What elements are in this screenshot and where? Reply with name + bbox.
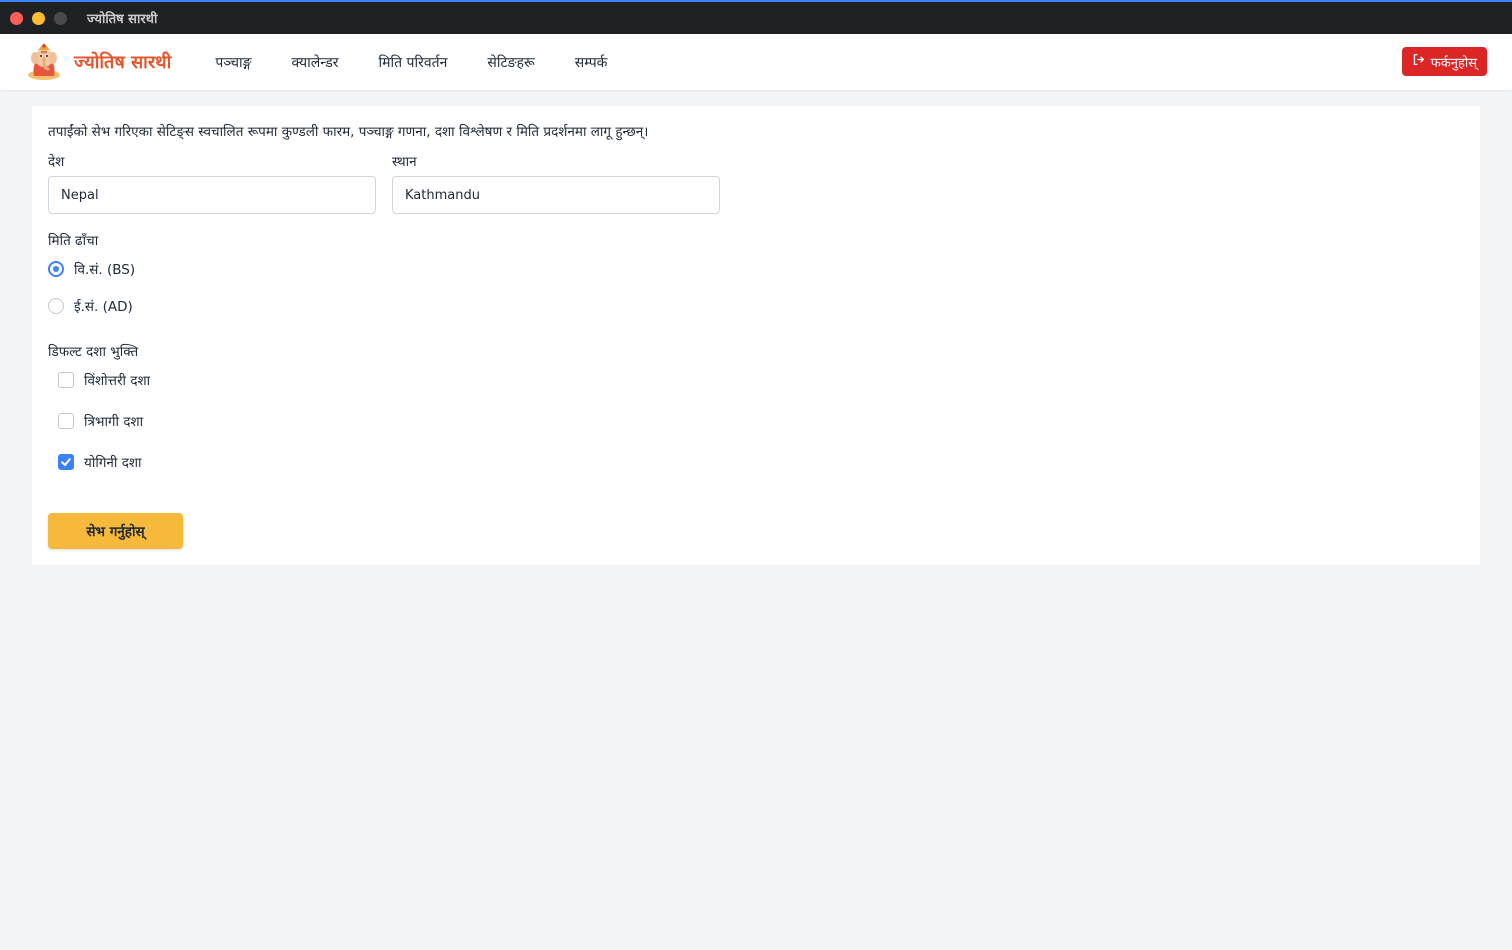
maximize-window-button[interactable] [54,11,67,25]
checkmark-icon [61,458,71,466]
date-format-bs-radio[interactable] [48,261,64,277]
dasha-label: डिफल्ट दशा भुक्ति [48,344,139,360]
nav-link-contact[interactable]: सम्पर्क [575,53,608,72]
close-window-button[interactable] [10,11,23,25]
date-format-bs-option[interactable]: वि.सं. (BS) [48,260,135,278]
nav-link-date-conversion[interactable]: मिति परिवर्तन [378,53,447,72]
location-input[interactable] [392,176,720,214]
nav-links: पञ्चाङ्ग क्यालेन्डर मिति परिवर्तन सेटिङह… [215,53,607,72]
date-format-label: मिति ढाँचा [48,233,99,249]
brand-name: ज्योतिष सारथी [74,52,172,73]
date-format-ad-radio[interactable] [48,298,64,314]
logout-button[interactable]: फर्कनुहोस् [1401,47,1487,76]
dasha-yogini-checkbox[interactable] [58,454,74,470]
window-titlebar: ज्योतिष सारथी [0,0,1512,34]
brand[interactable]: ज्योतिष सारथी [24,42,171,82]
nav-link-settings[interactable]: सेटिङहरू [487,53,534,72]
window-title: ज्योतिष सारथी [87,12,158,27]
location-label: स्थान [392,154,417,170]
dasha-yogini-option[interactable]: योगिनी दशा [58,453,142,471]
dasha-yogini-label: योगिनी दशा [84,455,142,471]
country-input[interactable] [48,176,376,214]
save-button[interactable]: सेभ गर्नुहोस् [48,513,183,549]
nav-link-panchang[interactable]: पञ्चाङ्ग [215,53,251,72]
dasha-vimshottari-option[interactable]: विंशोत्तरी दशा [58,371,150,389]
settings-card: तपाईंको सेभ गरिएका सेटिङ्स स्वचालित रूपम… [32,106,1480,565]
date-format-ad-label: ई.सं. (AD) [74,299,133,315]
window-controls [10,11,67,25]
logout-icon [1412,53,1425,70]
date-format-bs-label: वि.सं. (BS) [74,262,136,278]
dasha-vimshottari-checkbox[interactable] [58,372,74,388]
minimize-window-button[interactable] [32,11,45,25]
dasha-tribhagi-label: त्रिभागी दशा [84,414,144,430]
ganesha-logo-icon [24,42,64,82]
date-format-ad-option[interactable]: ई.सं. (AD) [48,297,133,315]
country-label: देश [48,154,65,170]
logout-label: फर्कनुहोस् [1430,55,1477,71]
settings-intro-text: तपाईंको सेभ गरिएका सेटिङ्स स्वचालित रूपम… [48,124,649,140]
navbar: ज्योतिष सारथी पञ्चाङ्ग क्यालेन्डर मिति प… [0,34,1512,90]
dasha-vimshottari-label: विंशोत्तरी दशा [84,373,151,389]
nav-link-calendar[interactable]: क्यालेन्डर [292,53,339,72]
dasha-tribhagi-checkbox[interactable] [58,413,74,429]
dasha-tribhagi-option[interactable]: त्रिभागी दशा [58,412,143,430]
